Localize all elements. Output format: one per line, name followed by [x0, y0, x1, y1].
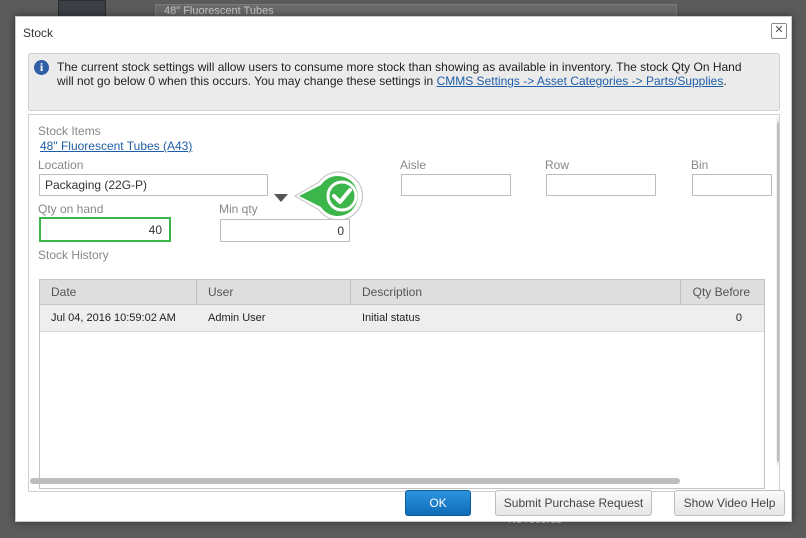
- column-header-date[interactable]: Date: [40, 280, 197, 304]
- stock-items-label: Stock Items: [38, 124, 101, 138]
- close-icon[interactable]: ✕: [771, 23, 787, 39]
- vertical-scroll-thumb[interactable]: [777, 121, 779, 463]
- stock-history-label: Stock History: [38, 248, 109, 262]
- show-video-help-button[interactable]: Show Video Help: [674, 490, 785, 516]
- dropdown-arrow-icon[interactable]: [274, 194, 288, 202]
- aisle-label: Aisle: [400, 158, 427, 172]
- column-header-description[interactable]: Description: [351, 280, 681, 304]
- row-description: Initial status: [362, 312, 421, 324]
- ok-button[interactable]: OK: [405, 490, 471, 516]
- location-field[interactable]: [39, 174, 268, 196]
- stock-history-table: Date User Description Qty Before Jul 04,…: [39, 279, 765, 489]
- aisle-field[interactable]: [401, 174, 511, 196]
- cmms-settings-link[interactable]: CMMS Settings -> Asset Categories -> Par…: [437, 74, 724, 88]
- vertical-scrollbar[interactable]: [776, 117, 779, 465]
- bin-field[interactable]: [692, 174, 772, 196]
- row-user: Admin User: [208, 312, 266, 324]
- bin-label: Bin: [691, 158, 709, 172]
- column-header-qty-before[interactable]: Qty Before: [681, 280, 764, 304]
- row-qty-before: 0: [735, 312, 742, 324]
- table-header: Date User Description Qty Before: [40, 280, 764, 305]
- horizontal-scroll-thumb[interactable]: [30, 478, 680, 484]
- info-text-end: .: [723, 74, 727, 88]
- min-qty-field[interactable]: [220, 219, 350, 242]
- table-row[interactable]: Jul 04, 2016 10:59:02 AM Admin User Init…: [40, 305, 764, 332]
- qty-on-hand-field[interactable]: [39, 217, 171, 242]
- min-qty-label: Min qty: [219, 202, 258, 216]
- info-text: The current stock settings will allow us…: [57, 60, 757, 88]
- checkmark-icon: [294, 171, 363, 221]
- row-field[interactable]: [546, 174, 656, 196]
- row-date: Jul 04, 2016 10:59:02 AM: [51, 312, 176, 324]
- qty-on-hand-label: Qty on hand: [38, 202, 104, 216]
- row-label: Row: [545, 158, 570, 172]
- stock-item-link[interactable]: 48" Fluorescent Tubes (A43): [40, 139, 192, 153]
- location-label: Location: [38, 158, 84, 172]
- column-header-user[interactable]: User: [197, 280, 351, 304]
- submit-purchase-request-button[interactable]: Submit Purchase Request: [495, 490, 652, 516]
- dialog-title: Stock: [23, 26, 54, 40]
- stock-form-panel: Stock Items 48" Fluorescent Tubes (A43) …: [28, 114, 780, 492]
- dialog-titlebar: Stock ✕: [16, 17, 791, 51]
- info-icon: i: [34, 60, 49, 75]
- info-banner: i The current stock settings will allow …: [28, 53, 780, 111]
- stock-dialog: Stock ✕ i The current stock settings wil…: [15, 16, 792, 522]
